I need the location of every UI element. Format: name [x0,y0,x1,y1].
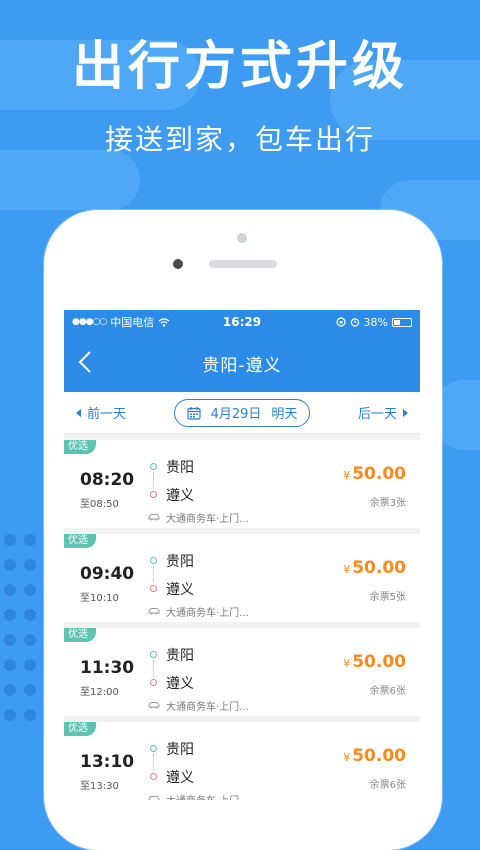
service-description: 大通商务车·上门... [166,792,249,800]
price-value: 50.00 [352,746,406,766]
tickets-remaining: 余票6张 [369,686,406,697]
day-label: 明天 [271,407,298,422]
price-value: 50.00 [352,652,406,672]
wifi-icon [158,317,170,327]
date-label: 4月29日 [210,407,262,422]
date-selector-bar: 前一天 4月29日 明天 后一天 [64,392,420,434]
calendar-icon [186,406,201,420]
rotation-lock-icon [335,317,346,327]
signal-icon: ●●●○○ [72,317,107,327]
departure-time: 09:40 [80,564,135,584]
destination-city: 遵义 [166,676,194,692]
alarm-icon [350,318,359,327]
tickets-remaining: 余票5张 [369,592,406,603]
destination-dot-icon [150,773,157,780]
price-value: 50.00 [352,464,406,484]
service-description: 大通商务车·上门... [166,608,249,619]
departure-time: 11:30 [80,658,135,678]
carrier-label: 中国电信 [110,316,155,329]
route-info: 贵阳 遵义 大通商务车·上门... [148,457,328,527]
battery-percent: 38% [363,315,388,329]
featured-tag: 优选 [64,440,96,454]
trip-list: 优选 08:20 至08:50 贵阳 遵义 大通商务车·上门... ¥50.00… [64,434,420,800]
trip-card[interactable]: 优选 08:20 至08:50 贵阳 遵义 大通商务车·上门... ¥50.00… [64,440,420,528]
trip-card[interactable]: 优选 13:10 至13:30 贵阳 遵义 大通商务车·上门... ¥50.00… [64,722,420,800]
arrival-time: 至08:50 [80,499,119,510]
route-info: 贵阳 遵义 大通商务车·上门... [148,739,328,800]
car-icon [148,702,160,709]
prev-day-label: 前一天 [87,407,127,422]
next-day-label: 后一天 [357,407,397,422]
arrival-time: 至10:10 [80,593,119,604]
phone-camera [237,233,247,243]
currency-symbol: ¥ [343,657,351,670]
origin-city: 贵阳 [166,742,194,758]
tickets-remaining: 余票6张 [369,780,406,791]
subline: 接送到家，包车出行 [104,123,375,156]
featured-tag: 优选 [64,534,96,548]
currency-symbol: ¥ [343,751,351,764]
destination-city: 遵义 [166,582,194,598]
currency-symbol: ¥ [343,469,351,482]
back-arrow-icon[interactable] [78,350,92,374]
destination-dot-icon [150,585,157,592]
caret-right-icon [403,408,408,417]
route-line [153,660,155,676]
departure-time: 08:20 [80,470,135,490]
prev-day-button[interactable]: 前一天 [76,403,126,422]
featured-tag: 优选 [64,722,96,736]
car-icon [148,796,160,800]
app-screen: ●●●○○ 中国电信 16:29 38% 贵阳-遵义 前一天 4月29日 明天 … [64,310,420,800]
origin-dot-icon [150,745,157,752]
service-description: 大通商务车·上门... [166,514,249,525]
page-title: 贵阳-遵义 [202,355,282,376]
destination-dot-icon [150,679,157,686]
nav-bar: 贵阳-遵义 [64,334,420,392]
price: ¥50.00 [343,464,406,484]
origin-dot-icon [150,557,157,564]
tickets-remaining: 余票3张 [369,498,406,509]
phone-sensor [173,259,183,269]
headline: 出行方式升级 [71,37,408,97]
trip-card[interactable]: 优选 11:30 至12:00 贵阳 遵义 大通商务车·上门... ¥50.00… [64,628,420,716]
origin-city: 贵阳 [166,554,194,570]
date-picker-button[interactable]: 4月29日 明天 [173,398,311,427]
car-icon [148,608,160,615]
featured-tag: 优选 [64,628,96,642]
origin-city: 贵阳 [166,460,194,476]
price: ¥50.00 [343,746,406,766]
trip-card[interactable]: 优选 09:40 至10:10 贵阳 遵义 大通商务车·上门... ¥50.00… [64,534,420,622]
arrival-time: 至12:00 [80,687,119,698]
caret-left-icon [76,408,81,417]
route-line [153,566,155,582]
status-time: 16:29 [222,315,262,329]
origin-dot-icon [150,463,157,470]
car-icon [148,514,160,521]
arrival-time: 至13:30 [80,781,119,792]
background-band [0,150,140,210]
origin-city: 贵阳 [166,648,194,664]
destination-city: 遵义 [166,770,194,786]
route-line [153,472,155,488]
route-info: 贵阳 遵义 大通商务车·上门... [148,551,328,621]
next-day-button[interactable]: 后一天 [358,403,408,422]
price-value: 50.00 [352,558,406,578]
service-description: 大通商务车·上门... [166,702,249,713]
origin-dot-icon [150,651,157,658]
route-line [153,754,155,770]
price: ¥50.00 [343,652,406,672]
route-info: 贵阳 遵义 大通商务车·上门... [148,645,328,715]
destination-dot-icon [150,491,157,498]
phone-speaker [209,260,277,268]
price: ¥50.00 [343,558,406,578]
currency-symbol: ¥ [343,563,351,576]
destination-city: 遵义 [166,488,194,504]
status-bar: ●●●○○ 中国电信 16:29 38% [64,310,420,334]
battery-icon [391,317,412,327]
departure-time: 13:10 [80,752,135,772]
